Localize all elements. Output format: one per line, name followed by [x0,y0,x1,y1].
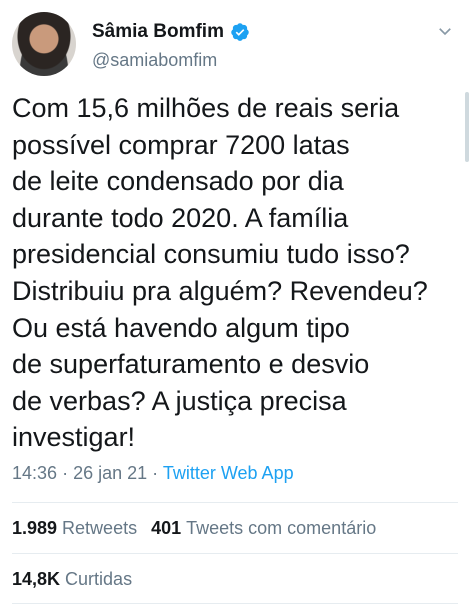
likes-stat[interactable]: 14,8K Curtidas [12,569,132,590]
tweet-text: Com 15,6 milhões de reais seria possível… [12,93,428,453]
verified-badge-icon [231,23,249,41]
tweet-meta: 14:36 · 26 jan 21 · Twitter Web App [12,463,294,484]
retweets-label: Retweets [62,518,138,538]
chevron-down-icon[interactable] [436,22,454,40]
divider [12,502,458,503]
tweet-source[interactable]: Twitter Web App [163,463,294,483]
quotes-stat[interactable]: 401 Tweets com comentário [151,518,376,539]
avatar[interactable] [12,12,76,76]
name-row: Sâmia Bomfim [92,20,250,44]
retweets-count: 1.989 [12,518,58,538]
retweets-stat[interactable]: 1.989 Retweets [12,518,137,539]
scrollbar[interactable] [465,92,469,162]
likes-label: Curtidas [65,569,133,589]
quotes-count: 401 [151,518,182,538]
tweet-header: Sâmia Bomfim @samiabomfim [12,12,458,78]
divider [12,603,458,604]
author-handle[interactable]: @samiabomfim [92,50,217,71]
engagement-stats: 1.989 Retweets 401 Tweets com comentário [12,518,390,539]
meta-separator: · [62,463,69,483]
likes-count: 14,8K [12,569,61,589]
divider [12,553,458,554]
tweet-date[interactable]: 26 jan 21 [73,463,147,483]
tweet-time[interactable]: 14:36 [12,463,57,483]
meta-separator: · [152,463,159,483]
quotes-label: Tweets com comentário [186,518,377,538]
author-name[interactable]: Sâmia Bomfim [92,21,224,43]
